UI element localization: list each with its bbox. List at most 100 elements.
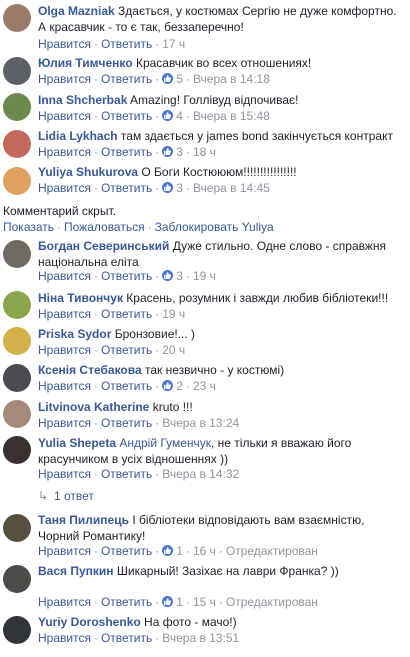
comment-author[interactable]: Yulia Shepeta <box>38 436 116 450</box>
like-button[interactable]: Нравится <box>38 595 91 609</box>
thumbs-up-icon[interactable] <box>162 146 174 157</box>
thumbs-up-icon[interactable] <box>162 270 174 281</box>
like-count[interactable]: 3 <box>176 269 183 283</box>
mention-link[interactable]: Андрій Гуменчук <box>119 436 211 450</box>
comment-time[interactable]: 16 ч <box>193 544 216 558</box>
report-link[interactable]: Пожаловаться <box>64 220 145 234</box>
avatar[interactable] <box>3 4 31 32</box>
comment-author[interactable]: Inna Shcherbak <box>38 93 127 107</box>
comment-time[interactable]: 19 ч <box>193 269 216 283</box>
reply-button[interactable]: Ответить <box>101 379 152 393</box>
like-button[interactable]: Нравится <box>38 72 91 86</box>
comment-actions: Нравится · Ответить · Вчера в 14:32 <box>38 467 240 481</box>
reply-button[interactable]: Ответить <box>101 269 152 283</box>
comment-text: Amazing! Голлівуд відпочиває! <box>130 93 299 107</box>
avatar[interactable] <box>3 57 31 85</box>
comment-author[interactable]: Litvinova Katherine <box>38 400 149 414</box>
avatar[interactable] <box>3 93 31 121</box>
reply-button[interactable]: Ответить <box>101 181 152 195</box>
reply-button[interactable]: Ответить <box>101 631 152 645</box>
reply-button[interactable]: Ответить <box>101 37 152 51</box>
show-hidden-comment-link[interactable]: Показать <box>3 220 54 234</box>
avatar[interactable] <box>3 616 31 644</box>
thumbs-up-icon[interactable] <box>162 182 174 193</box>
comment-author[interactable]: Вася Пупкин <box>38 564 114 578</box>
comment-author[interactable]: Priska Sydor <box>38 327 111 341</box>
reply-button[interactable]: Ответить <box>101 145 152 159</box>
comment-author[interactable]: Lidia Lykhach <box>38 129 118 143</box>
like-button[interactable]: Нравится <box>38 544 91 558</box>
comment-actions: Нравится · Ответить · 17 ч <box>38 37 186 51</box>
comment-time[interactable]: Вчера в 14:45 <box>193 181 270 195</box>
like-button[interactable]: Нравится <box>38 269 91 283</box>
thumbs-up-icon[interactable] <box>162 110 174 121</box>
comment-text: О Боги Костюююм!!!!!!!!!!!!!!!! <box>141 165 297 179</box>
comment-time[interactable]: Вчера в 13:24 <box>162 416 239 430</box>
comment-author[interactable]: Ніна Тивончук <box>38 291 123 305</box>
comment-author[interactable]: Olga Mazniak <box>38 4 115 18</box>
comment-time[interactable]: Вчера в 14:32 <box>162 467 239 481</box>
avatar[interactable] <box>3 167 31 195</box>
replies-count[interactable]: 1 ответ <box>54 489 94 503</box>
reply-button[interactable]: Ответить <box>101 467 152 481</box>
reply-button[interactable]: Ответить <box>101 72 152 86</box>
view-replies-link[interactable]: ↳ 1 ответ <box>38 489 94 503</box>
like-button[interactable]: Нравится <box>38 37 91 51</box>
like-count[interactable]: 1 <box>176 595 183 609</box>
like-count[interactable]: 5 <box>176 72 183 86</box>
edited-label[interactable]: Отредактирован <box>226 595 318 609</box>
like-count[interactable]: 4 <box>176 109 183 123</box>
like-button[interactable]: Нравится <box>38 145 91 159</box>
comment-time[interactable]: Вчера в 15:48 <box>193 109 270 123</box>
comment-author[interactable]: Богдан Северинський <box>38 239 169 253</box>
like-button[interactable]: Нравится <box>38 467 91 481</box>
avatar[interactable] <box>3 364 31 392</box>
like-button[interactable]: Нравится <box>38 307 91 321</box>
like-button[interactable]: Нравится <box>38 416 91 430</box>
comment-time[interactable]: Вчера в 14:18 <box>193 72 270 86</box>
edited-label[interactable]: Отредактирован <box>226 544 318 558</box>
comment-time[interactable]: 20 ч <box>162 343 185 357</box>
comment-author[interactable]: Yuriy Doroshenko <box>38 615 141 629</box>
comment-time[interactable]: 23 ч <box>193 379 216 393</box>
comment-author[interactable]: Юлия Тимченко <box>38 56 133 70</box>
thumbs-up-icon[interactable] <box>162 545 174 556</box>
thumbs-up-icon[interactable] <box>162 380 174 391</box>
like-count[interactable]: 2 <box>176 379 183 393</box>
comment-actions: Нравится · Ответить · 20 ч <box>38 343 186 357</box>
avatar[interactable] <box>3 240 31 268</box>
avatar[interactable] <box>3 400 31 428</box>
comment-time[interactable]: 15 ч <box>193 595 216 609</box>
reply-arrow-icon: ↳ <box>38 489 49 503</box>
like-count[interactable]: 3 <box>176 181 183 195</box>
comment-time[interactable]: 17 ч <box>162 37 185 51</box>
like-button[interactable]: Нравится <box>38 379 91 393</box>
avatar[interactable] <box>3 514 31 542</box>
like-button[interactable]: Нравится <box>38 343 91 357</box>
reply-button[interactable]: Ответить <box>101 307 152 321</box>
like-button[interactable]: Нравится <box>38 181 91 195</box>
avatar[interactable] <box>3 436 31 464</box>
comment-author[interactable]: Таня Пилипець <box>38 513 129 527</box>
thumbs-up-icon[interactable] <box>162 596 174 607</box>
like-button[interactable]: Нравится <box>38 109 91 123</box>
reply-button[interactable]: Ответить <box>101 416 152 430</box>
reply-button[interactable]: Ответить <box>101 595 152 609</box>
avatar[interactable] <box>3 130 31 158</box>
block-user-link[interactable]: Заблокировать Yuliya <box>155 220 274 234</box>
reply-button[interactable]: Ответить <box>101 109 152 123</box>
comment-author[interactable]: Yuliya Shukurova <box>38 165 138 179</box>
like-button[interactable]: Нравится <box>38 631 91 645</box>
avatar[interactable] <box>3 327 31 355</box>
comment-time[interactable]: 19 ч <box>162 307 185 321</box>
thumbs-up-icon[interactable] <box>162 73 174 84</box>
reply-button[interactable]: Ответить <box>101 343 152 357</box>
like-count[interactable]: 1 <box>176 544 183 558</box>
like-count[interactable]: 3 <box>176 145 183 159</box>
avatar[interactable] <box>3 291 31 319</box>
comment-time[interactable]: 18 ч <box>193 145 216 159</box>
comment-author[interactable]: Ксенія Стебакова <box>38 363 142 377</box>
reply-button[interactable]: Ответить <box>101 544 152 558</box>
avatar[interactable] <box>3 565 31 593</box>
comment-time[interactable]: Вчера в 13:51 <box>162 631 239 645</box>
